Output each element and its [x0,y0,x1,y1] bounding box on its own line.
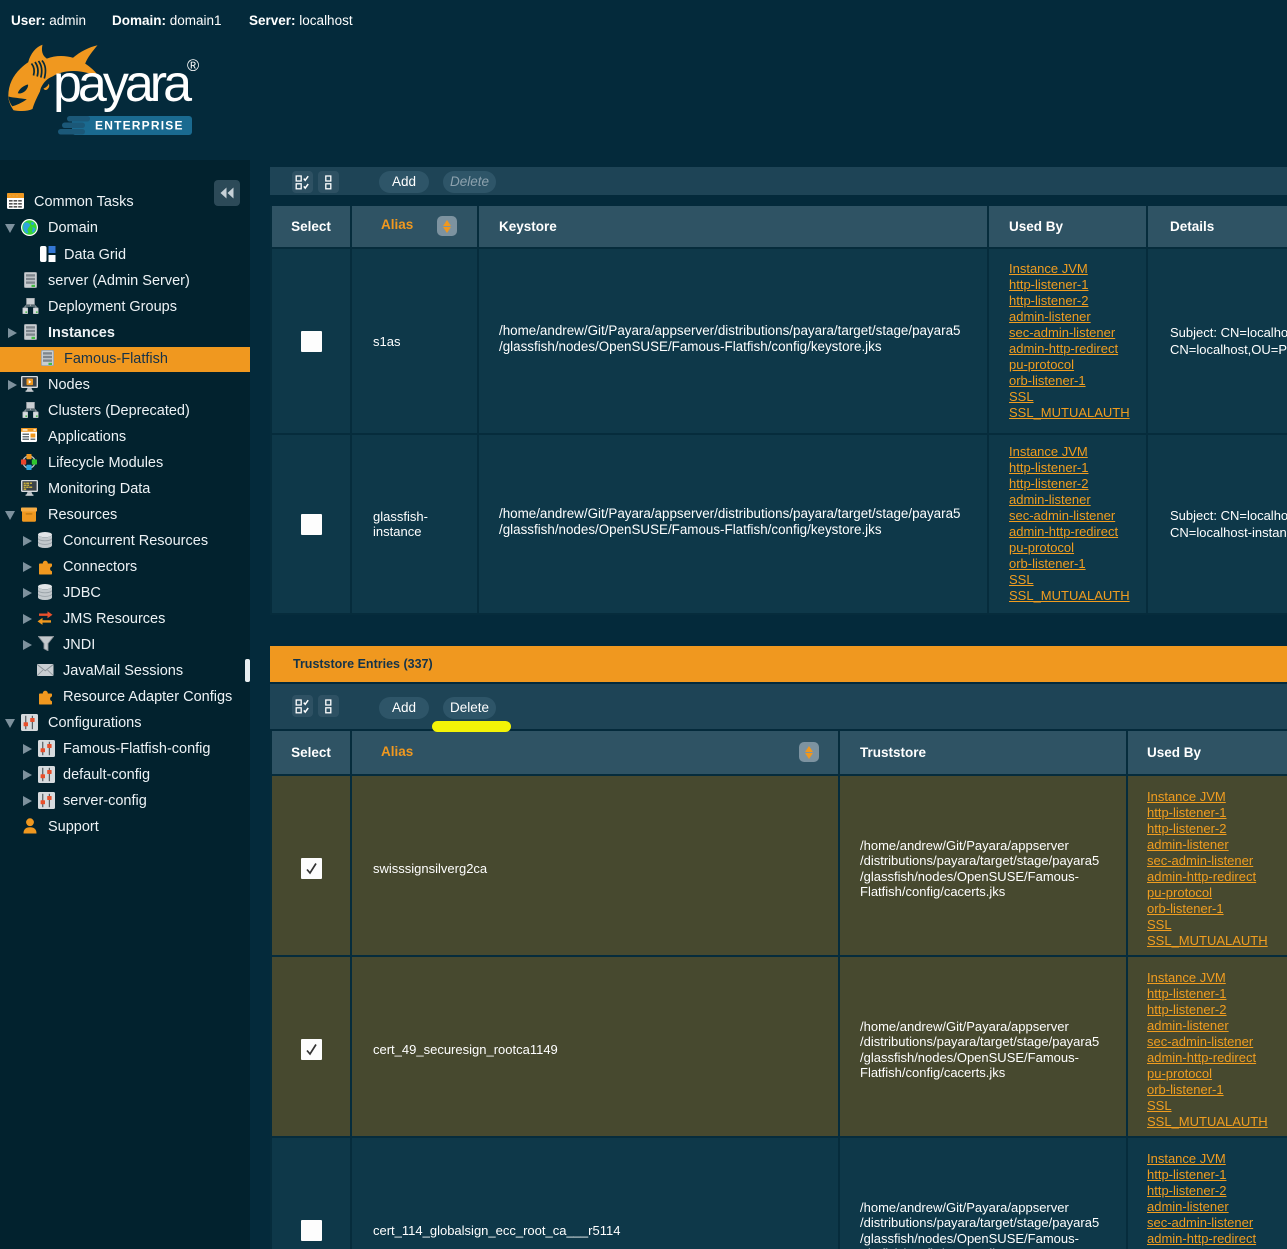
svg-text:®: ® [187,57,199,75]
svg-text:ENTERPRISE: ENTERPRISE [95,119,184,133]
svg-text:payara: payara [53,55,192,113]
